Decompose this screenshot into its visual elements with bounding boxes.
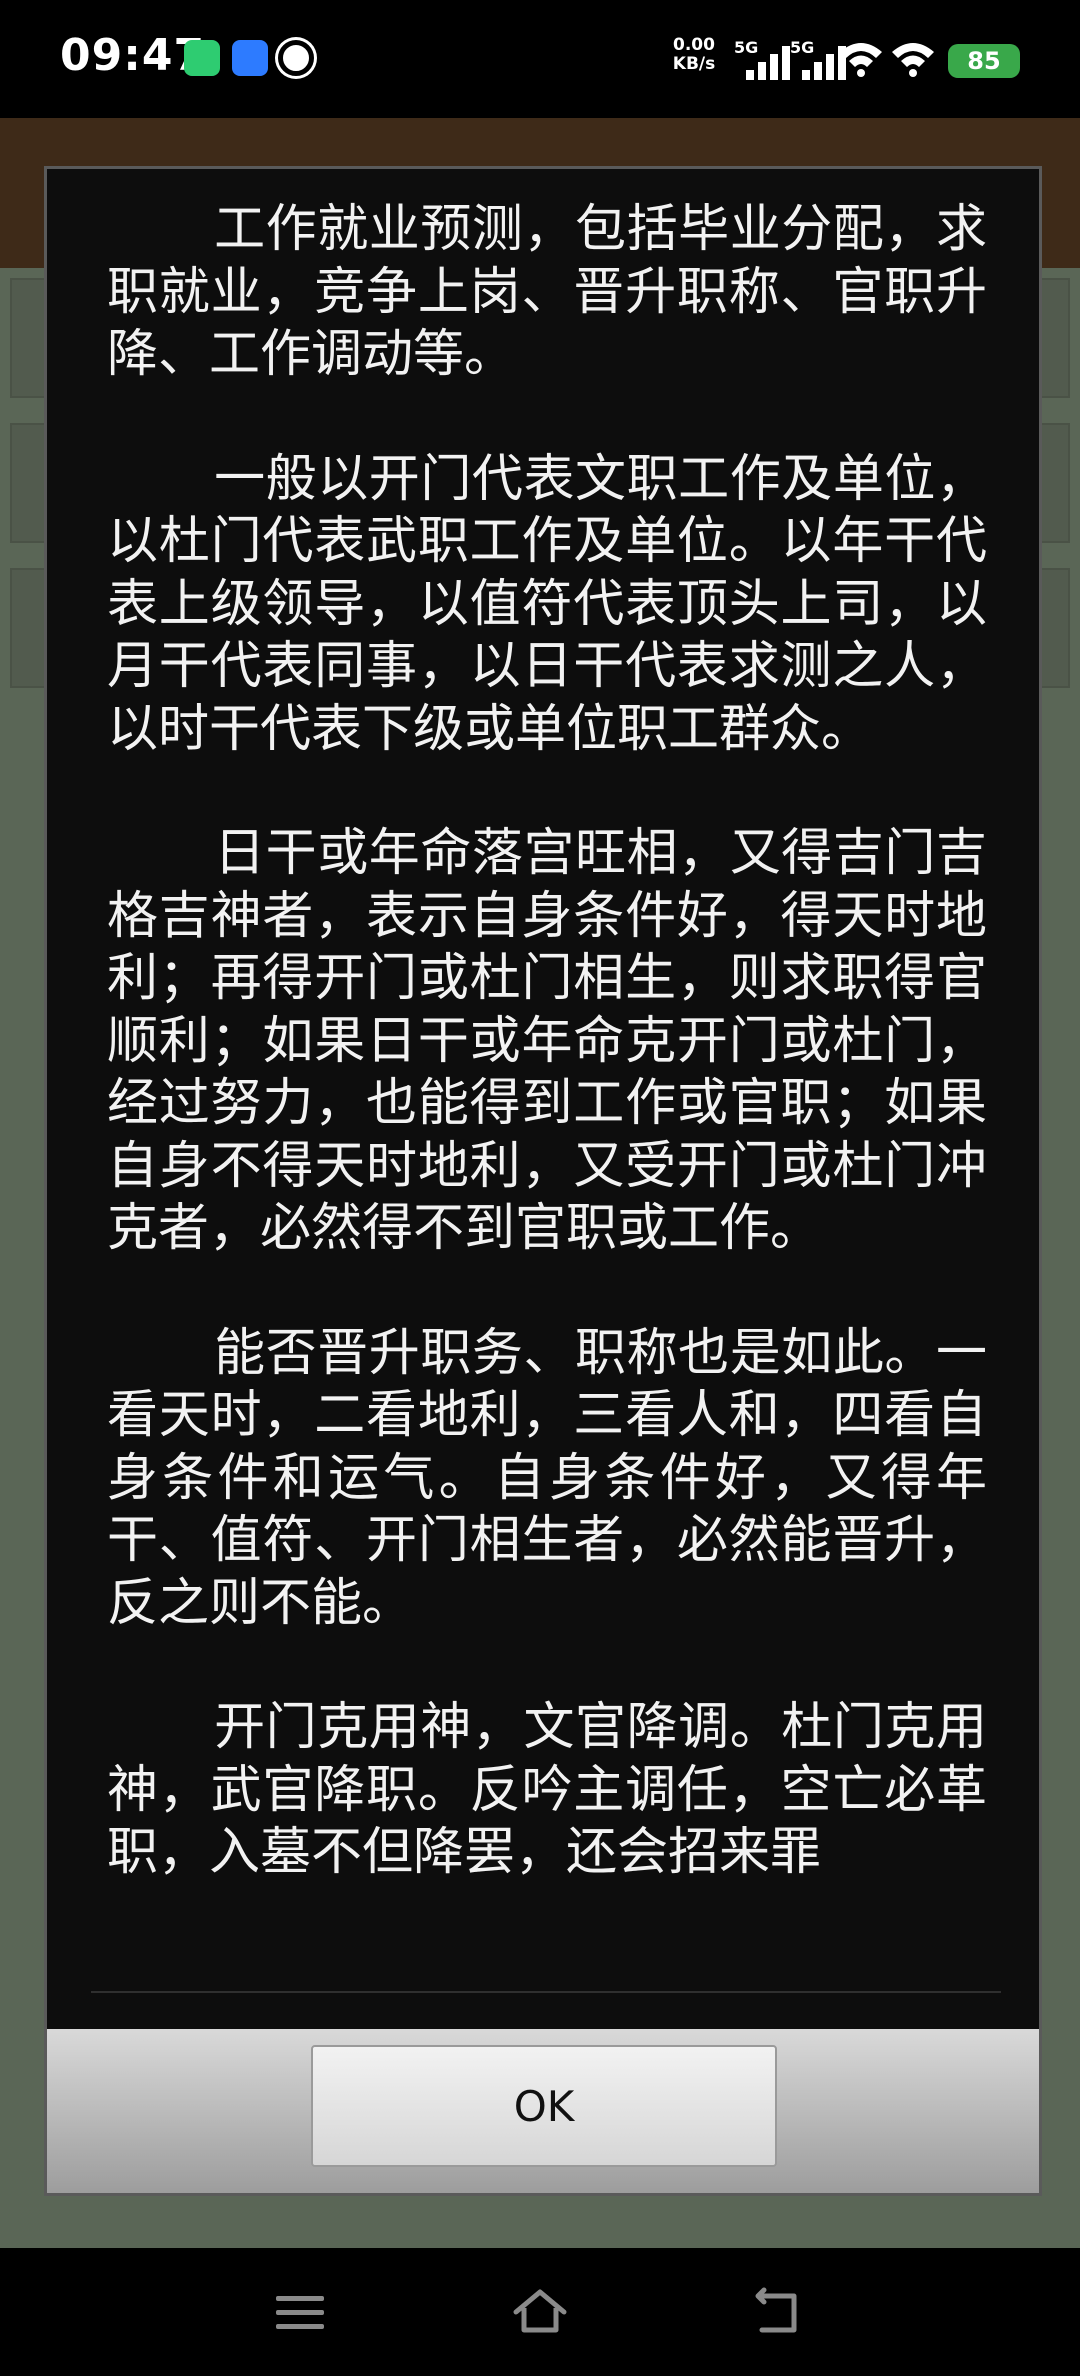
blue-app-icon — [232, 40, 268, 76]
dialog-paragraph: 开门克用神，文官降调。杜门克用神，武官降职。反吟主调任，空亡必革职，入墓不但降罢… — [107, 1698, 987, 1882]
network-speed: 0.00 KB/s — [668, 36, 720, 74]
circle-app-icon — [278, 40, 314, 76]
wifi-icon — [892, 43, 934, 77]
divider — [91, 1991, 1001, 1993]
menu-icon[interactable] — [270, 2282, 330, 2342]
signal-1-icon: 5G — [734, 38, 794, 80]
network-speed-value: 0.00 — [673, 35, 715, 55]
signal-2-label: 5G — [790, 38, 815, 57]
dialog-paragraph: 能否晋升职务、职称也是如此。一看天时，二看地利，三看人和，四看自身条件和运气。自… — [107, 1323, 987, 1633]
wifi-calling-icon — [840, 43, 882, 77]
dialog-button-bar: OK — [47, 2029, 1039, 2193]
signal-1-label: 5G — [734, 38, 759, 57]
scroll-fade — [107, 1959, 987, 1989]
navigation-bar — [0, 2248, 1080, 2376]
network-speed-unit: KB/s — [672, 54, 716, 74]
info-dialog: 工作就业预测，包括毕业分配，求职就业，竞争上岗、晋升职称、官职升降、工作调动等。… — [44, 166, 1042, 2196]
dialog-paragraph: 日干或年命落宫旺相，又得吉门吉格吉神者，表示自身条件好，得天时地利；再得开门或杜… — [107, 824, 987, 1258]
back-icon[interactable] — [750, 2282, 810, 2342]
dialog-message[interactable]: 工作就业预测，包括毕业分配，求职就业，竞争上岗、晋升职称、官职升降、工作调动等。… — [107, 199, 987, 1989]
battery-icon: 85 — [948, 44, 1020, 78]
status-bar: 09:47 0.00 KB/s 5G 5G 85 — [0, 0, 1080, 118]
home-icon[interactable] — [510, 2282, 570, 2342]
dialog-paragraph: 工作就业预测，包括毕业分配，求职就业，竞争上岗、晋升职称、官职升降、工作调动等。 — [107, 200, 987, 384]
ok-button[interactable]: OK — [311, 2045, 777, 2167]
phone-call-icon — [184, 40, 220, 76]
dialog-paragraph: 一般以开门代表文职工作及单位，以杜门代表武职工作及单位。以年干代表上级领导，以值… — [107, 449, 987, 759]
